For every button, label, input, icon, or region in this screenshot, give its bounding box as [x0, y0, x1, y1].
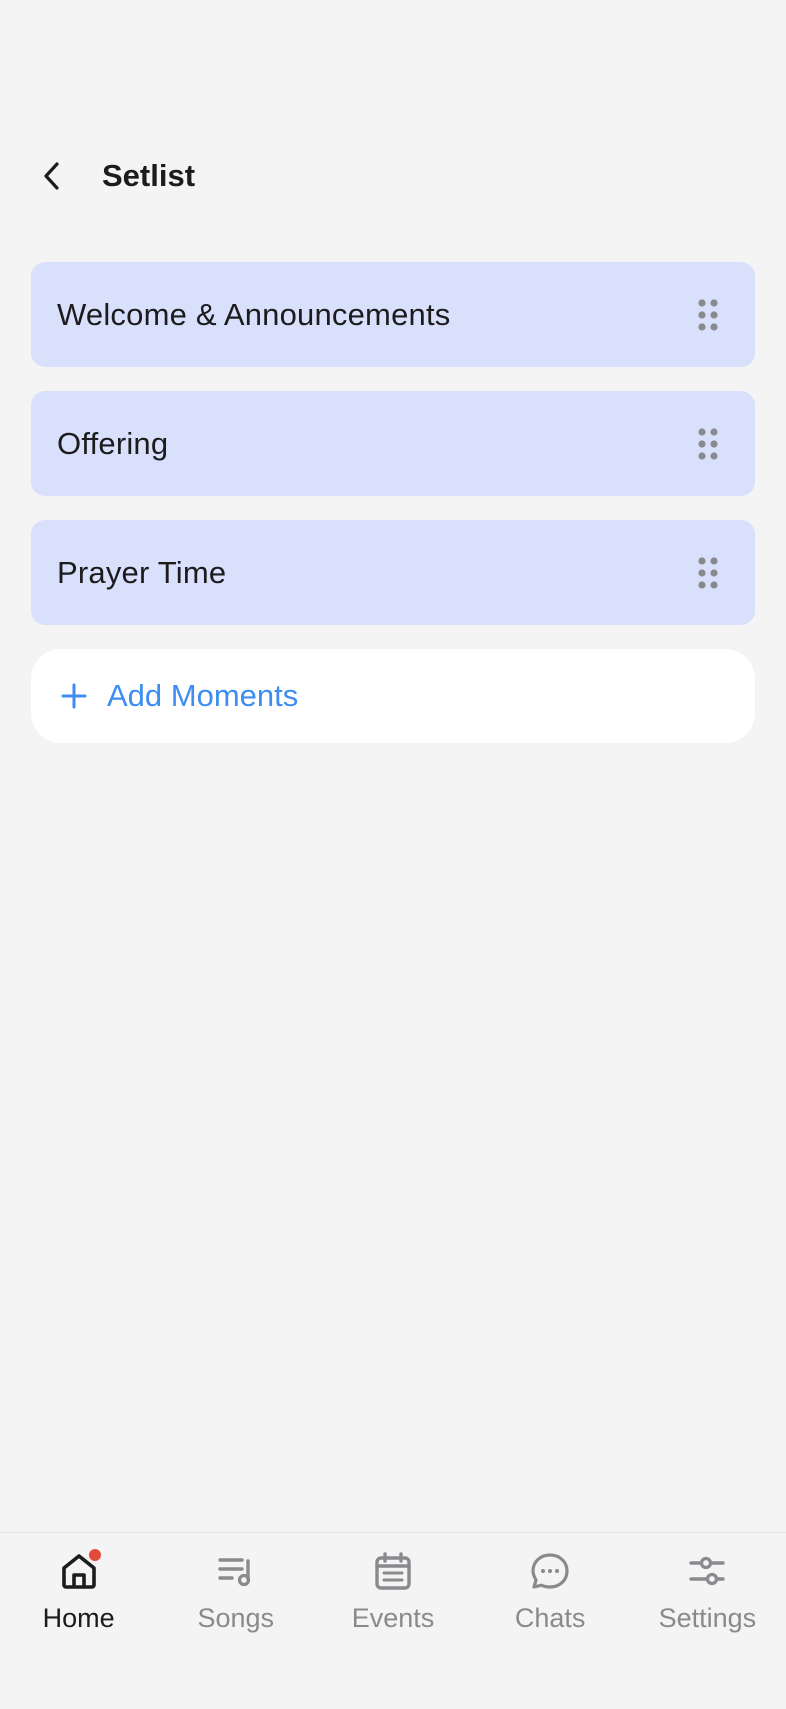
header: Setlist — [30, 148, 195, 204]
add-moments-label: Add Moments — [107, 678, 299, 713]
nav-label-events: Events — [351, 1603, 435, 1633]
chevron-left-icon — [44, 162, 59, 190]
moment-label: Prayer Time — [57, 554, 227, 590]
home-icon-wrap — [57, 1549, 101, 1593]
notification-dot — [88, 1549, 101, 1561]
settings-icon-wrap — [685, 1549, 729, 1593]
drag-handle-icon[interactable] — [695, 555, 721, 591]
drag-handle-icon[interactable] — [695, 297, 721, 333]
moment-item[interactable]: Prayer Time — [31, 520, 755, 625]
nav-item-home[interactable]: Home — [0, 1549, 157, 1709]
page-title: Setlist — [102, 158, 196, 193]
nav-item-events[interactable]: Events — [314, 1549, 471, 1709]
nav-label-home: Home — [42, 1603, 115, 1633]
moment-item[interactable]: Offering — [31, 391, 755, 496]
nav-item-songs[interactable]: Songs — [157, 1549, 314, 1709]
nav-item-settings[interactable]: Settings — [629, 1549, 786, 1709]
nav-label-chats: Chats — [514, 1603, 586, 1633]
nav-item-chats[interactable]: Chats — [472, 1549, 629, 1709]
moment-label: Welcome & Announcements — [57, 296, 451, 332]
back-button[interactable] — [30, 154, 74, 198]
chats-icon-wrap — [528, 1549, 572, 1593]
moments-list: Welcome & Announcements Offering Prayer … — [31, 262, 755, 743]
calendar-icon — [375, 1552, 411, 1590]
nav-label-settings: Settings — [658, 1603, 757, 1633]
moment-item[interactable]: Welcome & Announcements — [31, 262, 755, 367]
music-list-icon — [218, 1558, 250, 1587]
plus-icon — [61, 683, 87, 709]
nav-label-songs: Songs — [197, 1603, 275, 1633]
bottom-nav: Home Songs Events Chats Settings — [0, 1532, 786, 1709]
events-icon-wrap — [371, 1549, 415, 1593]
drag-handle-icon[interactable] — [695, 426, 721, 462]
songs-icon-wrap — [214, 1549, 258, 1593]
add-moments-button[interactable]: Add Moments — [31, 649, 755, 743]
moment-label: Offering — [57, 425, 169, 461]
sliders-icon — [689, 1556, 726, 1586]
chat-bubble-icon — [531, 1553, 569, 1589]
setlist-screen: Setlist Welcome & Announcements Offering… — [0, 0, 786, 1709]
